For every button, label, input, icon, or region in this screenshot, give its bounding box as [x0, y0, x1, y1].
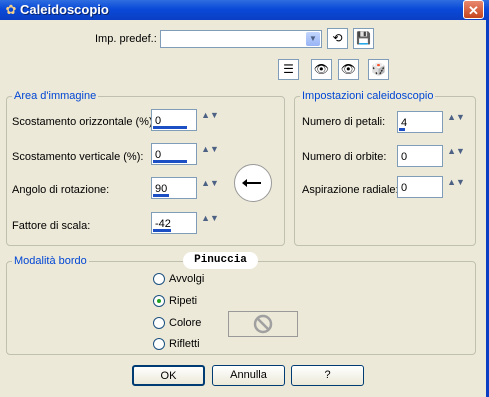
- save-icon: 💾: [356, 31, 371, 45]
- rotation-label: Angolo di rotazione:: [12, 184, 110, 196]
- scale-slider[interactable]: [153, 229, 171, 232]
- spin-arrows-icon[interactable]: ▲▼: [445, 177, 467, 197]
- spin-arrows-icon[interactable]: ▲▼: [199, 110, 221, 130]
- petals-slider[interactable]: [399, 128, 405, 131]
- rotation-slider[interactable]: [153, 194, 169, 197]
- cancel-button[interactable]: Annulla: [212, 365, 285, 386]
- radio-avvolgi[interactable]: [153, 273, 165, 285]
- radio-colore[interactable]: [153, 317, 165, 329]
- rotation-dial[interactable]: [234, 164, 272, 202]
- edge-mode-group: [6, 261, 476, 355]
- kaleido-settings-title: Impostazioni caleidoscopio: [300, 90, 436, 102]
- toolbar-button-3[interactable]: 👁: [338, 59, 359, 80]
- preview-icon: 👁: [313, 62, 330, 76]
- toolbar-button-2[interactable]: 👁: [311, 59, 332, 80]
- spin-arrows-icon[interactable]: ▲▼: [199, 144, 221, 164]
- v-offset-label: Scostamento verticale (%):: [12, 151, 144, 163]
- radio-ripeti-label[interactable]: Ripeti: [169, 295, 197, 307]
- radio-avvolgi-label[interactable]: Avvolgi: [169, 273, 204, 285]
- disabled-icon: [253, 314, 273, 334]
- spin-arrows-icon[interactable]: ▲▼: [445, 146, 467, 166]
- eye-icon: 👁: [340, 62, 357, 76]
- preset-label: Imp. predef.:: [95, 33, 157, 45]
- spin-arrows-icon[interactable]: ▲▼: [199, 213, 221, 233]
- edge-mode-title: Modalità bordo: [12, 255, 89, 267]
- spin-arrows-icon[interactable]: ▲▼: [199, 178, 221, 198]
- reset-icon: ⟲: [332, 31, 343, 45]
- title-bar: ✿ Caleidoscopio ✕: [0, 0, 489, 20]
- save-preset-button[interactable]: 💾: [353, 28, 374, 49]
- chevron-down-icon: ▼: [306, 32, 320, 46]
- orbits-label: Numero di orbite:: [302, 151, 387, 163]
- ok-button[interactable]: OK: [132, 365, 205, 386]
- toolbar-button-4[interactable]: 🎲: [368, 59, 389, 80]
- v-offset-slider[interactable]: [153, 160, 187, 163]
- watermark-badge: Pinuccia: [183, 252, 258, 269]
- orbits-input[interactable]: [397, 145, 443, 167]
- reset-preset-button[interactable]: ⟲: [327, 28, 348, 49]
- close-button[interactable]: ✕: [463, 0, 484, 19]
- h-offset-label: Scostamento orizzontale (%):: [12, 116, 156, 128]
- scale-label: Fattore di scala:: [12, 220, 91, 232]
- spin-arrows-icon[interactable]: ▲▼: [445, 112, 467, 132]
- h-offset-slider[interactable]: [153, 126, 187, 129]
- radial-suction-label: Aspirazione radiale:: [302, 184, 399, 196]
- dice-icon: 🎲: [371, 62, 386, 76]
- list-icon: ☰: [283, 62, 294, 76]
- app-icon: ✿: [5, 2, 17, 17]
- window-title: Caleidoscopio: [20, 2, 109, 17]
- color-swatch[interactable]: [228, 311, 298, 337]
- radio-rifletti-label[interactable]: Rifletti: [169, 338, 200, 350]
- toolbar-button-1[interactable]: ☰: [278, 59, 299, 80]
- image-area-title: Area d'immagine: [12, 90, 99, 102]
- dial-arrow-icon: [242, 179, 261, 187]
- preset-combo[interactable]: ▼: [160, 30, 322, 48]
- help-button[interactable]: ?: [291, 365, 364, 386]
- radio-ripeti[interactable]: [153, 295, 165, 307]
- radial-suction-input[interactable]: [397, 176, 443, 198]
- petals-label: Numero di petali:: [302, 116, 386, 128]
- radio-rifletti[interactable]: [153, 338, 165, 350]
- radio-colore-label[interactable]: Colore: [169, 317, 201, 329]
